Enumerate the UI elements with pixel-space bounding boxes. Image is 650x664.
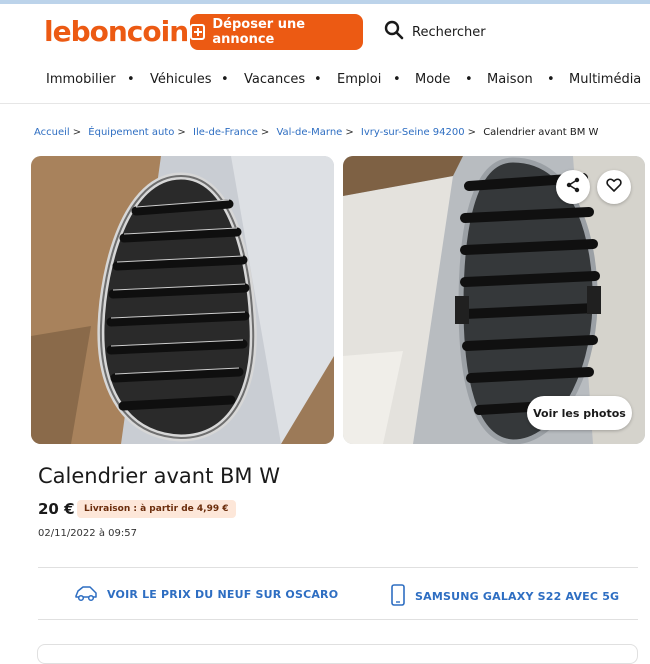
smartphone-icon — [390, 584, 406, 609]
next-section-card — [37, 644, 638, 664]
breadcrumb-separator: > — [467, 127, 476, 138]
breadcrumb-link[interactable]: Ile-de-France — [193, 127, 258, 138]
breadcrumb-separator: > — [177, 127, 186, 138]
divider — [38, 619, 638, 620]
nav-item-maison[interactable]: Maison — [487, 72, 533, 87]
see-photos-button[interactable]: Voir les photos — [527, 396, 632, 430]
nav-separator: • — [393, 72, 401, 87]
leboncoin-logo[interactable]: leboncoin — [44, 18, 189, 46]
nav-separator: • — [547, 72, 555, 87]
breadcrumb-link[interactable]: Val-de-Marne — [276, 127, 342, 138]
promo-link-samsung[interactable]: SAMSUNG GALAXY S22 AVEC 5G — [390, 584, 619, 609]
nav-separator: • — [314, 72, 322, 87]
header-divider — [0, 103, 650, 104]
search-button[interactable]: Rechercher — [384, 20, 486, 44]
plus-icon — [190, 24, 206, 40]
favorite-button[interactable] — [597, 170, 631, 204]
breadcrumb-separator: > — [72, 127, 82, 138]
heart-icon — [606, 177, 622, 197]
breadcrumb-link[interactable]: Équipement auto — [88, 127, 174, 138]
post-ad-button[interactable]: Déposer une annonce — [190, 14, 363, 50]
listing-title: Calendrier avant BM W — [38, 464, 280, 488]
browser-top-strip — [0, 0, 650, 4]
divider — [38, 567, 638, 568]
nav-item-vehicules[interactable]: Véhicules — [150, 72, 212, 87]
breadcrumb-separator: > — [345, 127, 354, 138]
breadcrumb-separator: > — [260, 127, 270, 138]
breadcrumb-link[interactable]: Accueil — [34, 127, 70, 138]
share-icon — [565, 177, 581, 197]
promo-label: SAMSUNG GALAXY S22 AVEC 5G — [415, 590, 620, 603]
promo-link-oscaro[interactable]: VOIR LE PRIX DU NEUF SUR OSCARO — [74, 584, 338, 605]
promo-label: VOIR LE PRIX DU NEUF SUR OSCARO — [107, 588, 339, 601]
breadcrumb-link[interactable]: Ivry-sur-Seine 94200 — [361, 127, 465, 138]
category-nav: Immobilier • Véhicules • Vacances • Empl… — [0, 72, 650, 92]
listing-photo-1[interactable] — [31, 156, 334, 444]
search-icon — [384, 20, 404, 44]
nav-separator: • — [221, 72, 229, 87]
search-label: Rechercher — [412, 24, 486, 40]
share-button[interactable] — [556, 170, 590, 204]
nav-item-mode[interactable]: Mode — [415, 72, 450, 87]
nav-item-vacances[interactable]: Vacances — [244, 72, 305, 87]
listing-price: 20 € — [38, 500, 75, 518]
delivery-badge: Livraison : à partir de 4,99 € — [77, 500, 236, 518]
nav-item-immobilier[interactable]: Immobilier — [46, 72, 116, 87]
post-ad-label: Déposer une annonce — [212, 17, 306, 47]
nav-separator: • — [127, 72, 135, 87]
nav-separator: • — [465, 72, 473, 87]
breadcrumb-current: Calendrier avant BM W — [483, 127, 599, 138]
nav-item-emploi[interactable]: Emploi — [337, 72, 381, 87]
nav-item-multimedia[interactable]: Multimédia — [569, 72, 641, 87]
car-icon — [74, 584, 98, 605]
listing-date: 02/11/2022 à 09:57 — [38, 528, 137, 539]
breadcrumb: Accueil > Équipement auto > Ile-de-France >… — [34, 127, 598, 138]
